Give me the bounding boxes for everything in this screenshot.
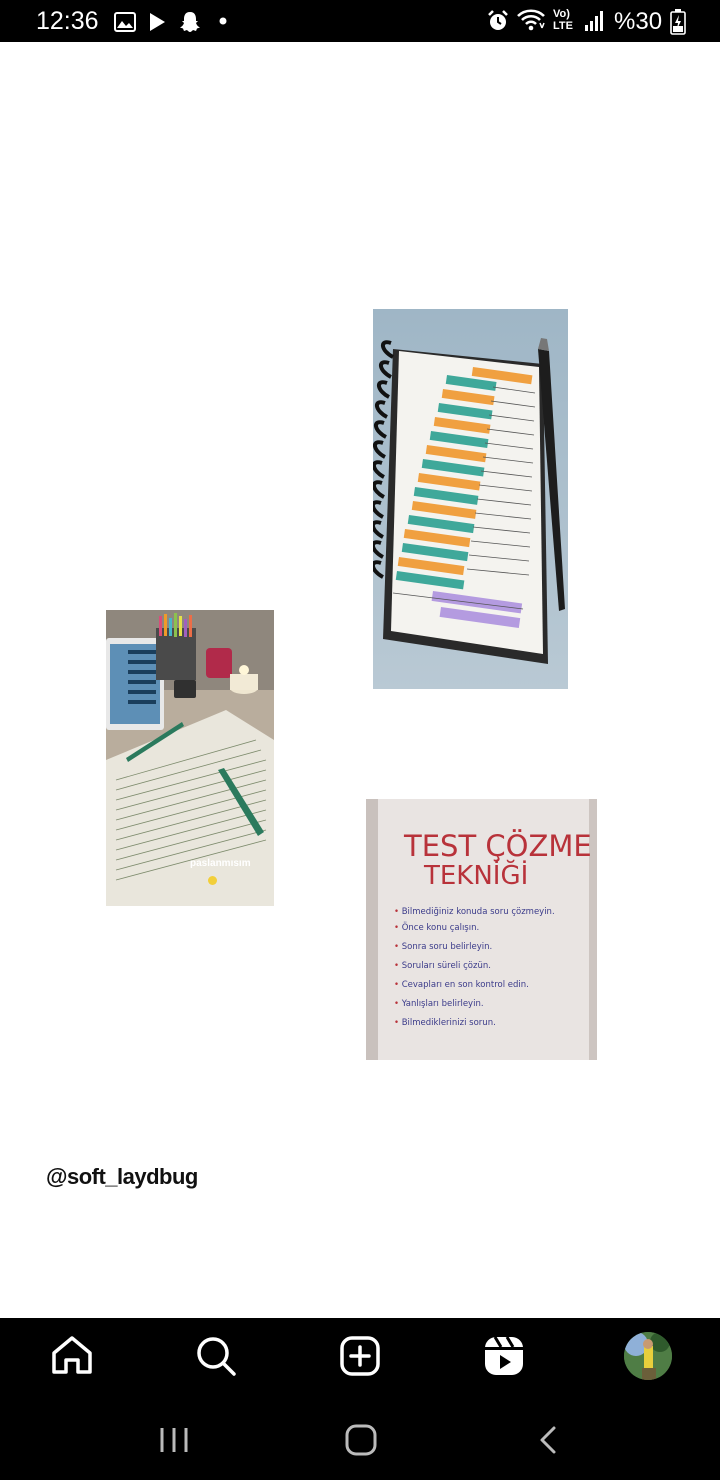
gallery-icon [114, 12, 136, 32]
volte-bottom: LTE [553, 20, 573, 32]
battery-icon [670, 9, 686, 35]
desk-photo-caption: paslanmısım [190, 858, 251, 869]
card-item: • Bilmediğiniz konuda soru çözmeyin. [394, 907, 555, 917]
home-icon[interactable] [48, 1332, 96, 1380]
test-technique-card: TEST ÇÖZME TEKNİĞİ • Bilmediğiniz konuda… [366, 799, 597, 1060]
recent-apps-icon[interactable] [150, 1420, 198, 1460]
planner-photo [373, 309, 568, 689]
card-item: • Sonra soru belirleyin. [394, 942, 493, 952]
username-watermark: @soft_laydbug [46, 1164, 198, 1189]
card-item: • Yanlışları belirleyin. [394, 999, 484, 1009]
planner-notebook-image [373, 309, 568, 689]
emoji-dot [208, 876, 217, 885]
create-icon[interactable] [336, 1332, 384, 1380]
reels-icon[interactable] [480, 1332, 528, 1380]
card-list: • Bilmediğiniz konuda soru çözmeyin. • Ö… [394, 907, 584, 1037]
alarm-icon [488, 10, 508, 30]
system-nav-bar [0, 1398, 720, 1480]
profile-avatar-image [624, 1332, 672, 1380]
card-left-edge [366, 799, 378, 1060]
profile-avatar[interactable] [624, 1332, 672, 1380]
desk-photo: paslanmısım [106, 610, 274, 906]
dot-icon [219, 17, 227, 25]
signal-icon [585, 11, 603, 31]
tab-bar [0, 1318, 720, 1398]
card-title-line2: TEKNİĞİ [424, 861, 529, 891]
card-item: • Cevapları en son kontrol edin. [394, 980, 529, 990]
battery-percent: %30 [614, 8, 663, 35]
play-icon [150, 13, 165, 31]
status-time: 12:36 [36, 7, 99, 35]
snapchat-icon [180, 12, 200, 32]
volte-top: Vo) [553, 8, 570, 20]
wifi-icon [517, 9, 545, 31]
card-item: • Soruları süreli çözün. [394, 961, 491, 971]
back-icon[interactable] [524, 1420, 572, 1460]
card-item: • Önce konu çalışın. [394, 923, 480, 933]
card-item: • Bilmediklerinizi sorun. [394, 1018, 496, 1028]
card-title-line1: TEST ÇÖZME [404, 829, 592, 863]
home-nav-icon[interactable] [337, 1420, 385, 1460]
status-bar: 12:36 Vo) LTE %30 [0, 0, 720, 42]
search-icon[interactable] [192, 1332, 240, 1380]
story-content[interactable]: paslanmısım TEST ÇÖZME TEKNİĞİ • Bilmedi… [0, 42, 720, 1318]
